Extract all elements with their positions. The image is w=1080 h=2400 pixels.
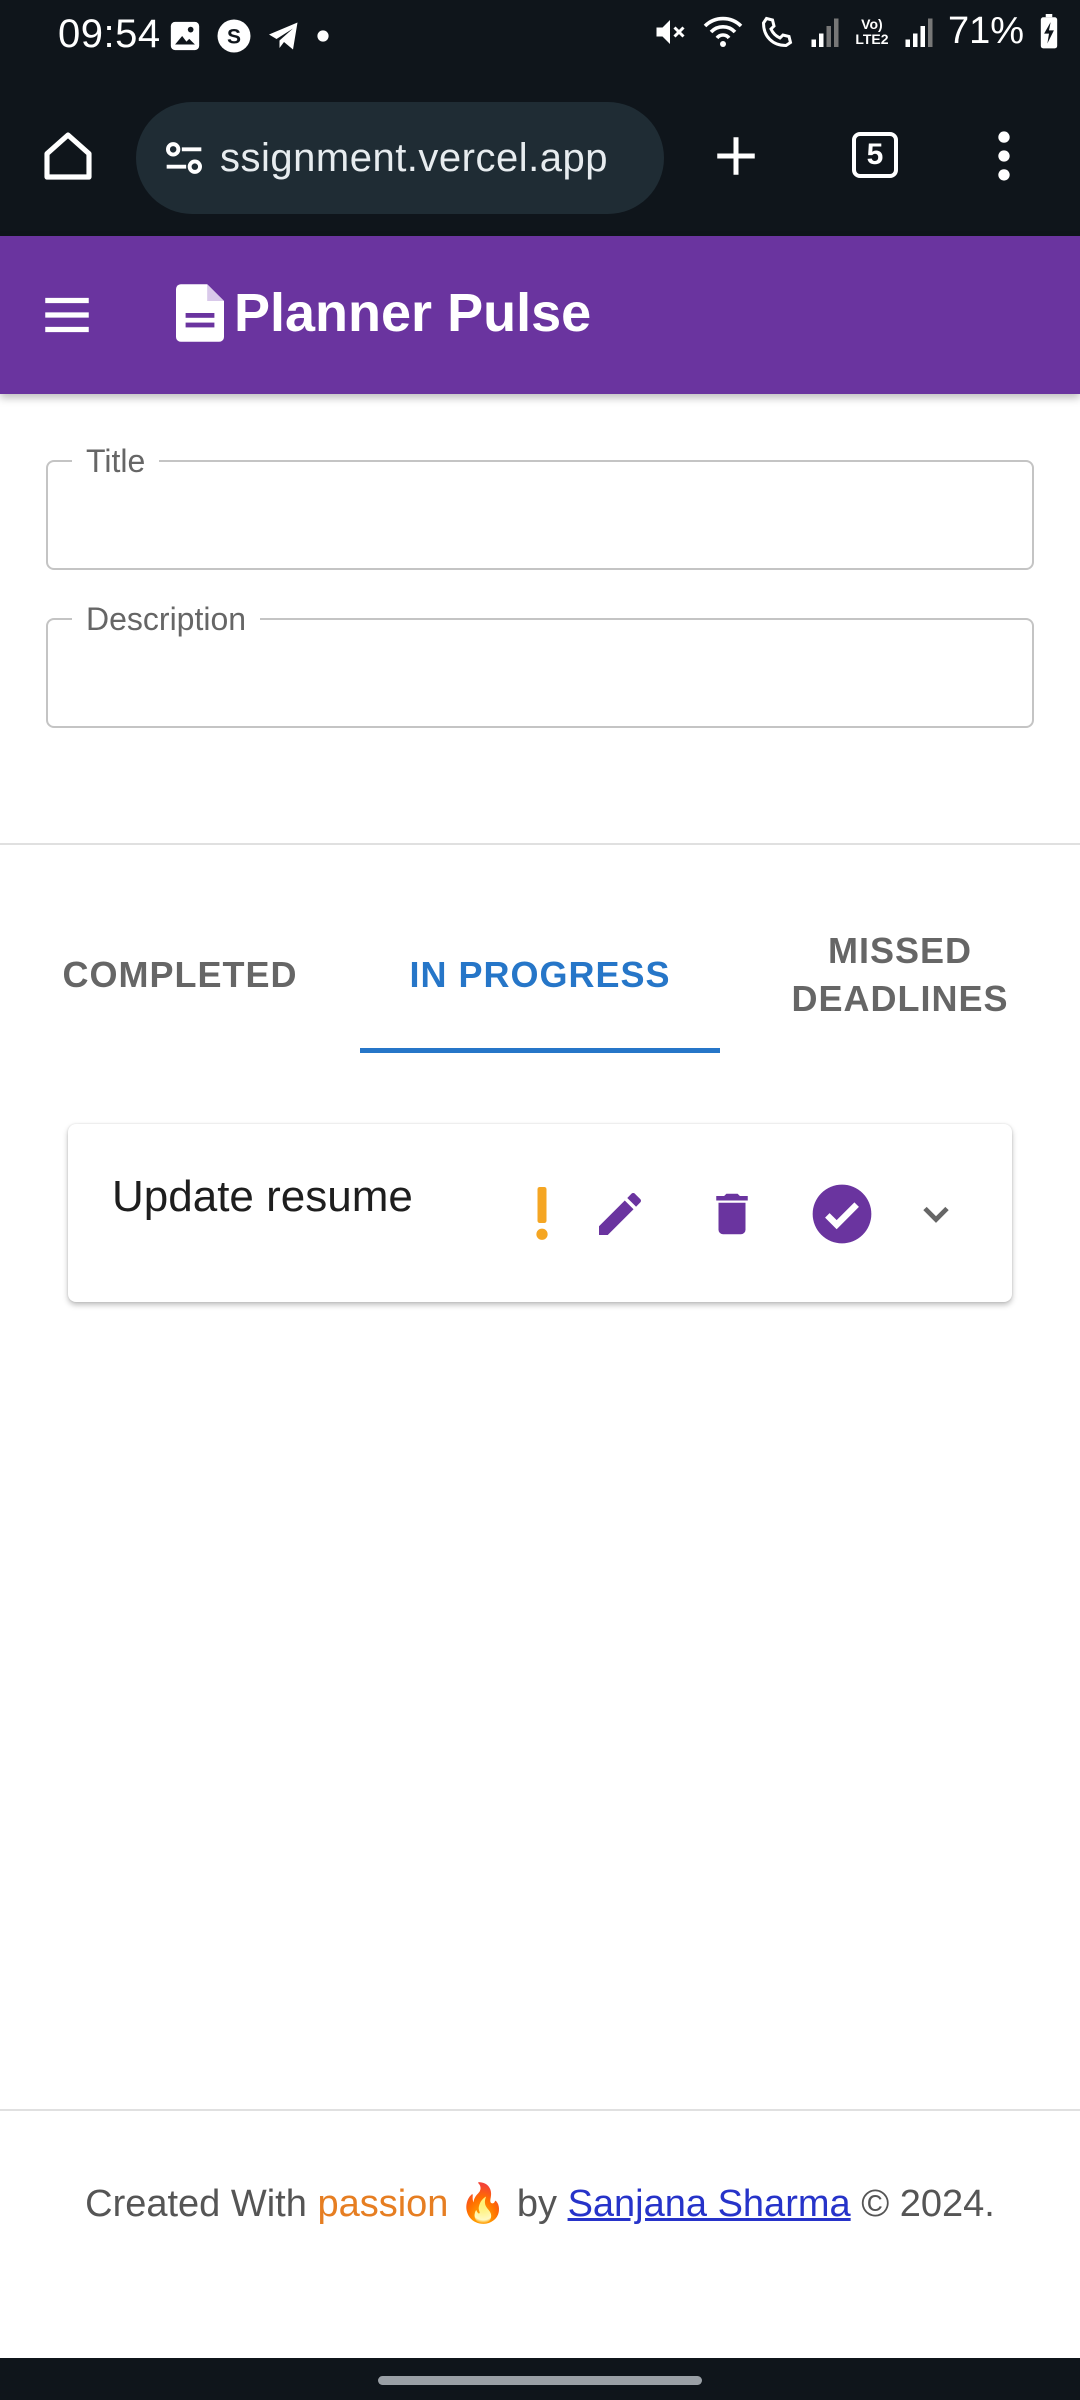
- status-time: 09:54: [58, 12, 161, 56]
- wifi-icon: [703, 16, 743, 47]
- battery-charging-icon: [1040, 13, 1058, 48]
- priority-icon: [536, 1187, 548, 1240]
- menu-icon[interactable]: [38, 286, 96, 344]
- section-divider: [0, 843, 1080, 845]
- status-notification-icons: S: [168, 18, 330, 54]
- app-title-group: Planner Pulse: [176, 282, 591, 344]
- delete-button[interactable]: [700, 1182, 764, 1246]
- s-app-notification-icon: S: [217, 19, 251, 53]
- author-link[interactable]: Sanjana Sharma: [568, 2183, 851, 2225]
- description-field[interactable]: Description: [46, 601, 1034, 728]
- status-bar: 09:54 S Vo) LTE2 71%: [0, 0, 1080, 78]
- address-bar-url: ssignment.vercel.app: [220, 136, 608, 180]
- app-bar: Planner Pulse: [0, 236, 1080, 394]
- system-nav-bar: [0, 2358, 1080, 2400]
- browser-toolbar: ssignment.vercel.app 5: [0, 78, 1080, 236]
- gallery-notification-icon: [170, 21, 200, 51]
- wifi-calling-icon: [761, 16, 793, 47]
- svg-text:S: S: [227, 26, 241, 49]
- description-field-label: Description: [72, 601, 261, 637]
- more-notifications-dot-icon: [317, 30, 329, 42]
- title-input[interactable]: [68, 482, 1012, 554]
- active-tab-indicator: [360, 1048, 720, 1053]
- complete-button[interactable]: [808, 1180, 876, 1248]
- footer-prefix: Created With: [85, 2183, 318, 2225]
- footer-by: by: [506, 2183, 568, 2225]
- battery-percent: 71%: [947, 10, 1024, 52]
- page: 09:54 S Vo) LTE2 71% ssignment.vercel.ap…: [0, 0, 1080, 2400]
- expand-icon: [923, 1206, 949, 1223]
- task-card[interactable]: Update resume: [68, 1124, 1012, 1302]
- signal-1-icon: [811, 18, 839, 47]
- footer-suffix: © 2024.: [850, 2183, 995, 2225]
- footer: Created With passion 🔥 by Sanjana Sharma…: [60, 2176, 1020, 2232]
- browser-home-button[interactable]: [36, 124, 100, 188]
- description-input[interactable]: [68, 640, 1012, 712]
- app-title: Planner Pulse: [234, 283, 592, 343]
- gesture-handle[interactable]: [378, 2376, 702, 2385]
- tab-missed-deadlines[interactable]: MISSED DEADLINES: [750, 900, 1050, 1050]
- site-settings-icon[interactable]: [158, 132, 210, 184]
- signal-2-icon: [905, 18, 933, 47]
- browser-menu-button[interactable]: [984, 124, 1024, 188]
- more-vert-icon: [998, 131, 1010, 181]
- fire-icon: 🔥: [458, 2183, 507, 2225]
- edit-button[interactable]: [588, 1182, 652, 1246]
- network-type-label: Vo) LTE2: [855, 15, 889, 47]
- tab-completed[interactable]: COMPLETED: [0, 900, 360, 1050]
- tab-in-progress[interactable]: IN PROGRESS: [360, 900, 720, 1050]
- status-system-icons: Vo) LTE2 71%: [652, 10, 1060, 53]
- task-title: Update resume: [112, 1172, 413, 1221]
- footer-passion: passion: [317, 2183, 449, 2225]
- expand-button[interactable]: [906, 1184, 966, 1244]
- footer-divider: [0, 2109, 1080, 2111]
- title-field-label: Title: [72, 443, 160, 479]
- mute-icon: [656, 19, 685, 44]
- telegram-notification-icon: [269, 22, 298, 50]
- home-icon: [44, 132, 92, 180]
- address-bar[interactable]: ssignment.vercel.app: [136, 102, 664, 214]
- document-icon: [176, 284, 224, 342]
- tab-switcher-button[interactable]: 5: [852, 132, 898, 178]
- plus-icon: [717, 137, 755, 175]
- new-tab-button[interactable]: [706, 124, 766, 188]
- priority-button[interactable]: [512, 1184, 572, 1244]
- edit-icon: [599, 1192, 641, 1235]
- delete-icon: [716, 1193, 748, 1235]
- complete-icon: [812, 1184, 872, 1244]
- title-field[interactable]: Title: [46, 443, 1034, 570]
